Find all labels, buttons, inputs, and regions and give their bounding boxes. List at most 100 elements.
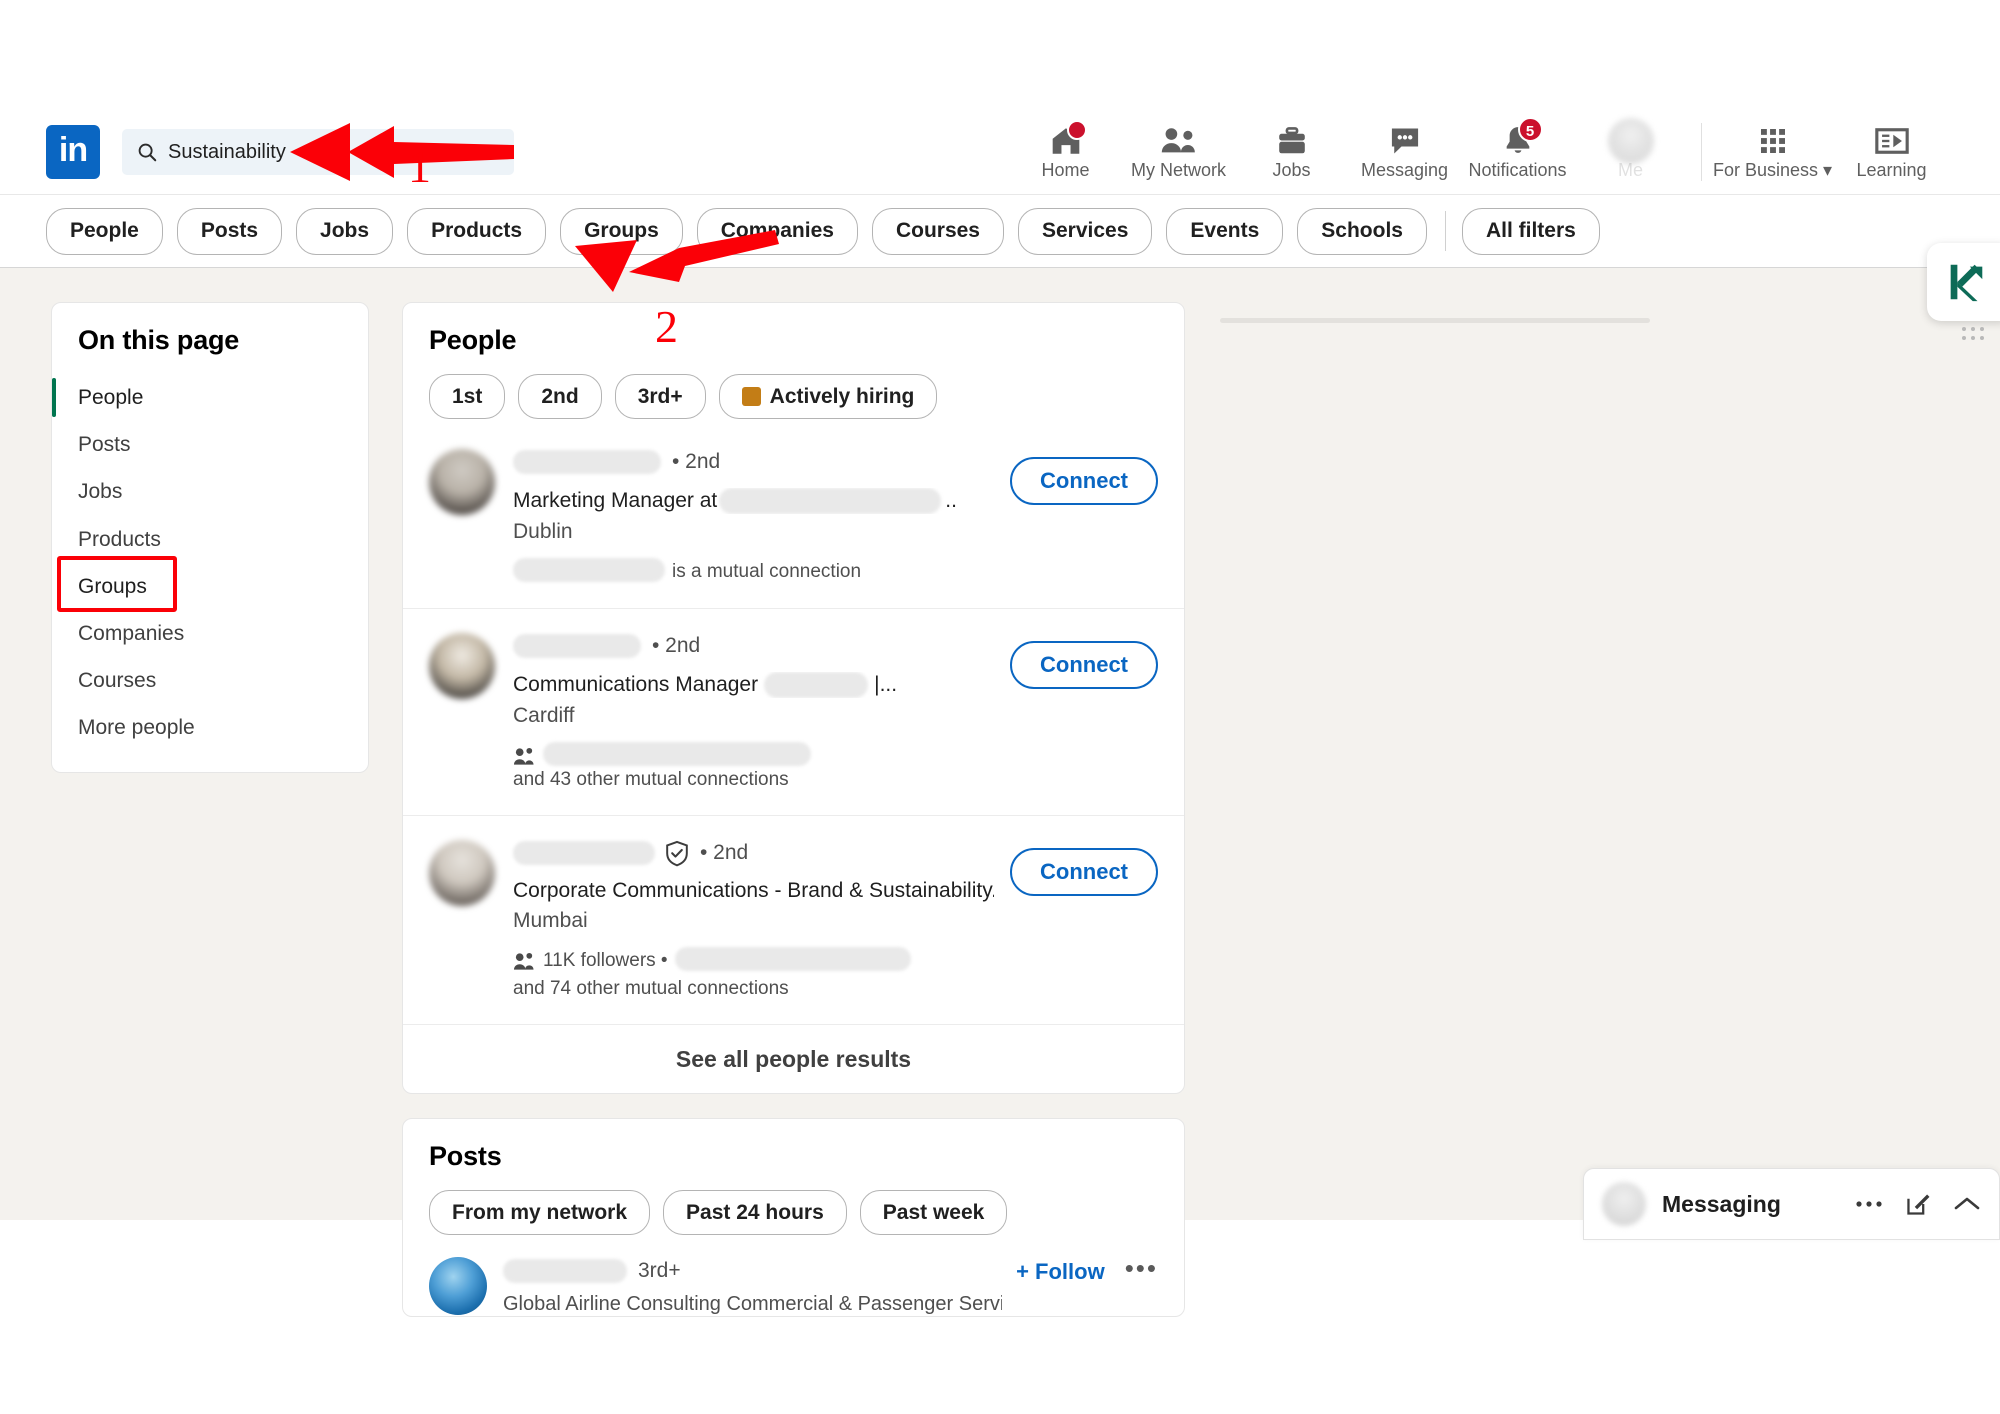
post-more-options-icon[interactable]: ••• bbox=[1125, 1253, 1158, 1284]
nav-item-notifications[interactable]: 5 Notifications bbox=[1461, 110, 1574, 195]
person-name-redacted bbox=[513, 841, 655, 866]
sidebar-item-companies[interactable]: Companies bbox=[52, 610, 368, 657]
posts-results-card: Posts From my network Past 24 hours Past… bbox=[402, 1118, 1185, 1318]
connect-button[interactable]: Connect bbox=[1010, 640, 1158, 689]
chip-past-24-hours[interactable]: Past 24 hours bbox=[663, 1190, 847, 1236]
chip-from-my-network[interactable]: From my network bbox=[429, 1190, 651, 1236]
chevron-up-icon[interactable] bbox=[1953, 1195, 1981, 1213]
person-mutual-text: and 43 other mutual connections bbox=[513, 768, 789, 790]
sidebar-item-jobs[interactable]: Jobs bbox=[52, 468, 368, 515]
nav-item-learning[interactable]: Learning bbox=[1829, 110, 1954, 195]
nav-item-me-label: Me bbox=[1617, 160, 1643, 180]
person-headline-suffix: .. bbox=[945, 489, 957, 512]
person-mutual-redacted bbox=[513, 558, 665, 582]
nav-item-my-network[interactable]: My Network bbox=[1122, 110, 1235, 195]
nav-item-me[interactable]: Me bbox=[1574, 110, 1687, 195]
person-mutual-text: and 74 other mutual connections bbox=[513, 977, 789, 999]
annotation-label-2: 2 bbox=[655, 301, 678, 352]
sidebar-item-people[interactable]: People bbox=[52, 374, 368, 421]
messaging-dock[interactable]: Messaging bbox=[1583, 1168, 2000, 1240]
person-name-row: • 2nd bbox=[513, 838, 994, 868]
briefcase-icon bbox=[1278, 127, 1305, 154]
annotation-label-1: 1 bbox=[408, 141, 431, 192]
nav-item-jobs-label: Jobs bbox=[1272, 160, 1311, 180]
person-name-row: • 2nd bbox=[513, 631, 994, 661]
people-results-card: People 1st 2nd 3rd+ Actively hiring • 2n… bbox=[402, 302, 1185, 1095]
more-icon[interactable] bbox=[1855, 1199, 1883, 1209]
follow-button[interactable]: + Follow bbox=[1016, 1259, 1105, 1285]
sidebar-item-courses[interactable]: Courses bbox=[52, 657, 368, 704]
sidebar-item-products[interactable]: Products bbox=[52, 516, 368, 563]
filter-pill-companies[interactable]: Companies bbox=[696, 207, 858, 255]
nav-divider bbox=[1701, 123, 1702, 181]
person-location: Mumbai bbox=[513, 909, 588, 933]
filter-divider bbox=[1444, 211, 1446, 251]
nav-item-home[interactable]: Home bbox=[1009, 110, 1122, 195]
nav-item-for-business[interactable]: For Business ▾ bbox=[1713, 110, 1832, 195]
post-author-degree: 3rd+ bbox=[638, 1259, 681, 1283]
posts-section-heading: Posts bbox=[429, 1141, 502, 1172]
person-info: • 2nd Marketing Manager at .. Dublin is … bbox=[513, 447, 994, 586]
person-followers-text: 11K followers • bbox=[543, 950, 668, 972]
person-headline-redacted bbox=[764, 671, 869, 698]
post-author-headline: Global Airline Consulting Commercial & P… bbox=[503, 1293, 1003, 1316]
filter-pill-services[interactable]: Services bbox=[1017, 207, 1153, 255]
home-icon-wrap bbox=[1048, 120, 1087, 159]
person-mutual: and 43 other mutual connections bbox=[513, 741, 994, 794]
chip-3rd[interactable]: 3rd+ bbox=[614, 374, 706, 419]
chip-2nd-label: 2nd bbox=[541, 384, 579, 408]
person-result-row[interactable]: • 2nd Marketing Manager at .. Dublin is … bbox=[403, 425, 1184, 609]
main-results-column: People 1st 2nd 3rd+ Actively hiring • 2n… bbox=[402, 302, 1185, 1318]
browser-chrome-blank-area bbox=[0, 0, 2000, 110]
people-section-heading: People bbox=[429, 325, 517, 355]
connect-button[interactable]: Connect bbox=[1010, 848, 1158, 897]
person-degree: • 2nd bbox=[700, 841, 749, 865]
widget-drag-grip[interactable] bbox=[1955, 320, 1991, 346]
compose-icon[interactable] bbox=[1905, 1191, 1931, 1217]
k-arrow-logo-widget[interactable] bbox=[1927, 243, 2000, 321]
nav-item-my-network-label: My Network bbox=[1130, 160, 1226, 180]
filter-pill-jobs[interactable]: Jobs bbox=[296, 207, 394, 255]
filter-bar: People Posts Jobs Products Groups Compan… bbox=[0, 195, 2000, 268]
person-result-row[interactable]: • 2nd Corporate Communications - Brand &… bbox=[403, 816, 1184, 1026]
chip-1st-label: 1st bbox=[452, 384, 483, 408]
search-query-text: Sustainability bbox=[168, 140, 286, 163]
person-result-row[interactable]: • 2nd Communications Manager |... Cardif… bbox=[403, 609, 1184, 817]
sidebar-item-more-people[interactable]: More people bbox=[52, 704, 368, 751]
filter-pill-events[interactable]: Events bbox=[1166, 207, 1284, 255]
nav-item-jobs[interactable]: Jobs bbox=[1235, 110, 1348, 195]
filter-pill-schools[interactable]: Schools bbox=[1297, 207, 1427, 255]
hiring-square-icon bbox=[741, 387, 761, 406]
filter-pill-courses[interactable]: Courses bbox=[871, 207, 1004, 255]
grid-icon-wrap bbox=[1757, 123, 1789, 159]
see-all-people-results-button[interactable]: See all people results bbox=[403, 1025, 1184, 1093]
all-filters-button[interactable]: All filters bbox=[1461, 207, 1600, 255]
bell-icon-wrap: 5 bbox=[1501, 117, 1543, 159]
chip-past-week[interactable]: Past week bbox=[859, 1190, 1008, 1236]
connect-button[interactable]: Connect bbox=[1010, 457, 1158, 505]
nav-item-messaging[interactable]: Messaging bbox=[1348, 110, 1461, 195]
chip-actively-hiring[interactable]: Actively hiring bbox=[718, 374, 938, 419]
linkedin-logo[interactable]: in bbox=[46, 125, 100, 179]
filter-pill-people[interactable]: People bbox=[46, 207, 163, 255]
filter-pill-posts[interactable]: Posts bbox=[176, 207, 283, 255]
k-arrow-logo-icon bbox=[1950, 264, 1983, 302]
post-result-row[interactable]: 3rd+ Global Airline Consulting Commercia… bbox=[403, 1241, 1184, 1316]
learning-icon bbox=[1874, 128, 1909, 154]
sidebar-item-groups[interactable]: Groups bbox=[52, 563, 368, 610]
person-mutual-text: is a mutual connection bbox=[672, 561, 862, 582]
right-rail bbox=[1220, 290, 1660, 323]
person-headline-redacted bbox=[719, 488, 942, 514]
post-author-name-redacted bbox=[503, 1259, 627, 1284]
person-headline: Marketing Manager at .. bbox=[513, 488, 994, 514]
sidebar-item-posts[interactable]: Posts bbox=[52, 421, 368, 468]
filter-pill-products[interactable]: Products bbox=[407, 207, 547, 255]
chip-2nd[interactable]: 2nd bbox=[518, 374, 602, 419]
messaging-avatar bbox=[1602, 1182, 1646, 1226]
post-author-name-row: 3rd+ bbox=[503, 1257, 1002, 1285]
person-name-redacted bbox=[513, 633, 641, 658]
filter-pill-groups[interactable]: Groups bbox=[560, 207, 683, 255]
chip-1st[interactable]: 1st bbox=[429, 374, 506, 419]
mutual-connections-icon bbox=[513, 747, 534, 765]
search-input[interactable]: Sustainability bbox=[122, 129, 514, 175]
